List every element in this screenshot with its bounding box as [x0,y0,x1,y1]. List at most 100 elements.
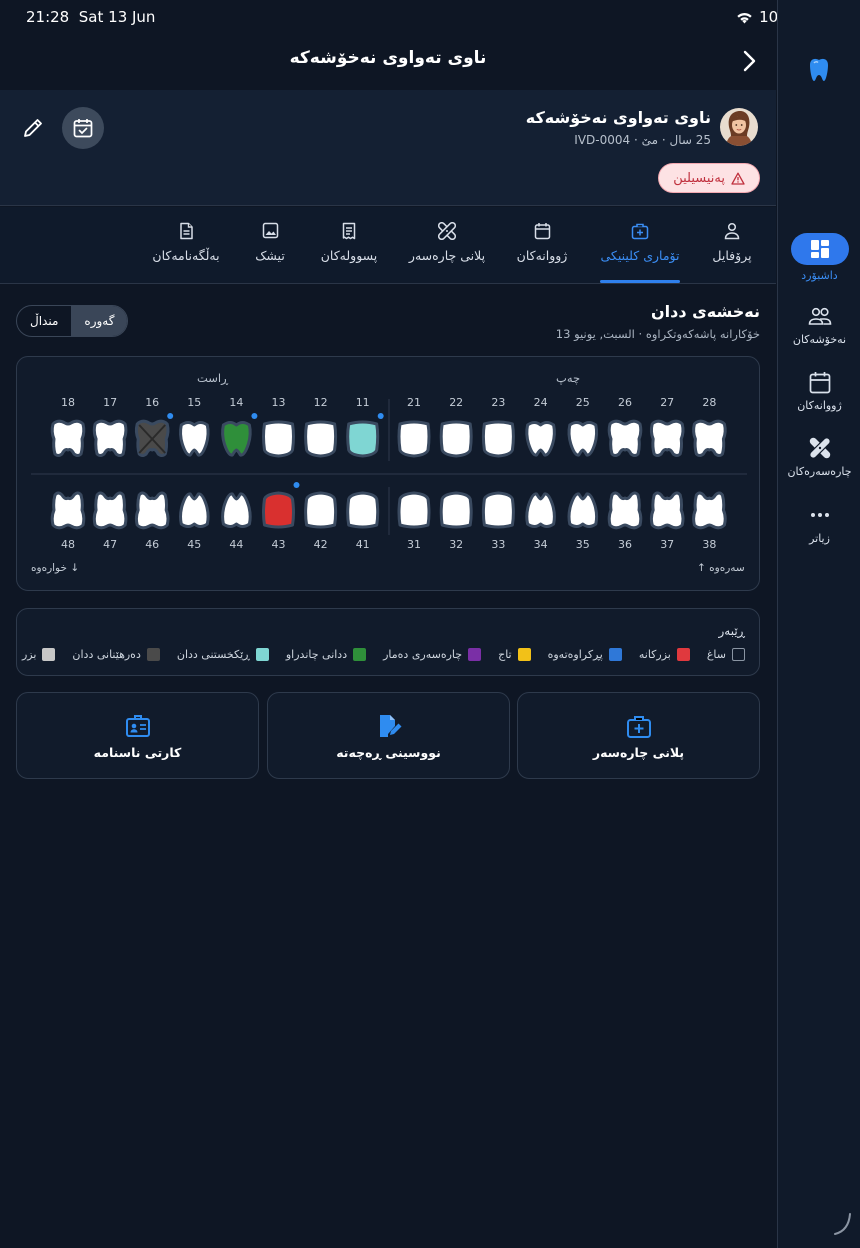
tooth-46[interactable] [134,491,170,530]
tooth-18[interactable] [50,419,86,457]
tooth-number: 13 [272,396,286,409]
medical-bag-icon [626,716,651,738]
tab-label: پسوولەکان [320,248,378,263]
tooth-35[interactable] [567,492,599,528]
tooth-number: 43 [272,538,286,551]
medical-bag-icon [631,223,649,240]
tooth-shape [221,421,252,457]
prescription-card[interactable]: نووسینی ڕەچەتە [267,692,510,779]
sidebar-item-more[interactable]: زیاتر [778,502,860,545]
tooth-11[interactable] [346,420,380,458]
legend-title: ڕێبەر [718,624,745,638]
lower-jaw-link[interactable]: خوارەوە ↓ [31,562,79,574]
legend-swatch [468,648,482,661]
tab-profile[interactable]: پرۆفایل [702,207,762,283]
tooth-15[interactable] [179,421,210,457]
tab-appointments[interactable]: ژووانەکان [511,207,573,283]
avatar [720,108,758,146]
tooth-33[interactable] [481,491,515,529]
tooth-47[interactable] [92,491,128,530]
legend-swatch [146,648,160,661]
note-dot [293,482,300,488]
tooth-16[interactable] [134,419,170,457]
tooth-logo-icon [808,57,830,87]
legend-item: ڕێکخستنی ددان [177,648,269,661]
treatment-plan-card[interactable]: پلانی چارەسەر [517,692,760,779]
tooth-12[interactable] [304,420,338,458]
tooth-23[interactable] [481,420,515,458]
tab-documents[interactable]: بەڵگەنامەکان [144,207,228,283]
tooth-shape [92,419,128,457]
tooth-45[interactable] [179,492,210,528]
tooth-22[interactable] [439,420,473,458]
tooth-27[interactable] [649,419,685,457]
card-label: کارتی ناسنامە [93,745,182,760]
legend-item: ددانی چاندراو [285,648,367,661]
tooth-17[interactable] [92,419,128,457]
tooth-number: 34 [534,538,548,551]
sidebar-item-treatments[interactable]: چارەسەرەکان [778,435,860,478]
autosave-status: خۆکارانە پاشەکەوتکراوە · السبت, يونيو 13 [555,327,760,341]
schedule-appointment-button[interactable] [62,107,104,149]
tooth-shape [567,421,599,457]
tooth-number: 46 [145,538,159,551]
tab-bar: پرۆفایل تۆماری کلینیکی ژووانەکان پلانی چ… [0,207,776,284]
tooth-38[interactable] [692,491,727,530]
tooth-shape [692,419,727,457]
tooth-21[interactable] [397,420,431,458]
child-toggle-button[interactable]: منداڵ [17,306,71,336]
legend-panel: ڕێبەر ساغ بزرکانە پڕکراوەتەوە تاج چارەسەری د… [16,608,760,676]
calendar-icon [809,371,830,393]
legend-swatch [517,648,531,661]
tab-xray[interactable]: تیشک [246,207,294,283]
tooth-26[interactable] [607,419,643,457]
edit-pencil-icon[interactable] [22,117,44,143]
tooth-shape [525,421,556,457]
tooth-14[interactable] [221,421,252,457]
sidebar-item-appointments[interactable]: ژووانەکان [778,369,860,412]
tooth-shape [649,491,685,530]
tab-clinical-record[interactable]: تۆماری کلینیکی [600,207,680,283]
legend-item: دەرهێنانی ددان [72,648,160,661]
tooth-13[interactable] [262,420,295,458]
tooth-43[interactable] [262,491,295,529]
tooth-34[interactable] [525,492,556,528]
tab-treatment-plan[interactable]: پلانی چارەسەر [405,207,489,283]
tooth-shape [221,492,252,528]
patient-header: ناوی تەواوی نەخۆشەکە 25 سال · مێ · IVD-0… [0,90,776,206]
tooth-number: 11 [356,396,370,409]
tooth-28[interactable] [692,419,727,457]
legend-label: تاج [498,648,512,661]
tooth-shape [567,492,599,528]
tooth-48[interactable] [50,491,86,530]
allergy-badge[interactable]: پەنیسیلین [658,163,760,193]
sidebar: داشبۆرد نەخۆشەکان ژووانەکان چارەسەرەکان … [777,0,860,1248]
tooth-number: 37 [660,538,674,551]
sidebar-item-patients[interactable]: نەخۆشەکان [778,303,860,346]
tooth-shape [439,420,473,458]
tooth-number: 47 [103,538,117,551]
tooth-shape [649,419,685,457]
tooth-37[interactable] [649,491,685,530]
card-label: نووسینی ڕەچەتە [336,745,441,760]
upper-jaw-link[interactable]: ↑ سەرەوە [697,562,745,574]
tooth-shape [92,491,128,530]
tooth-number: 27 [660,396,674,409]
tooth-32[interactable] [439,491,473,529]
tab-invoices[interactable]: پسوولەکان [314,207,384,283]
tooth-41[interactable] [346,491,380,529]
tooth-25[interactable] [567,421,599,457]
tooth-36[interactable] [607,491,643,530]
note-dot [167,413,174,419]
edit-document-icon [379,715,401,737]
tooth-42[interactable] [304,491,338,529]
tooth-44[interactable] [221,492,252,528]
back-chevron-icon[interactable] [742,50,756,76]
tooth-31[interactable] [397,491,431,529]
adult-toggle-button[interactable]: گەورە [71,306,128,336]
legend-label: ددانی چاندراو [285,648,348,661]
id-card-card[interactable]: کارتی ناسنامە [16,692,259,779]
sidebar-item-dashboard[interactable]: داشبۆرد [778,233,860,282]
tooth-number: 15 [187,396,201,409]
tooth-24[interactable] [525,421,556,457]
